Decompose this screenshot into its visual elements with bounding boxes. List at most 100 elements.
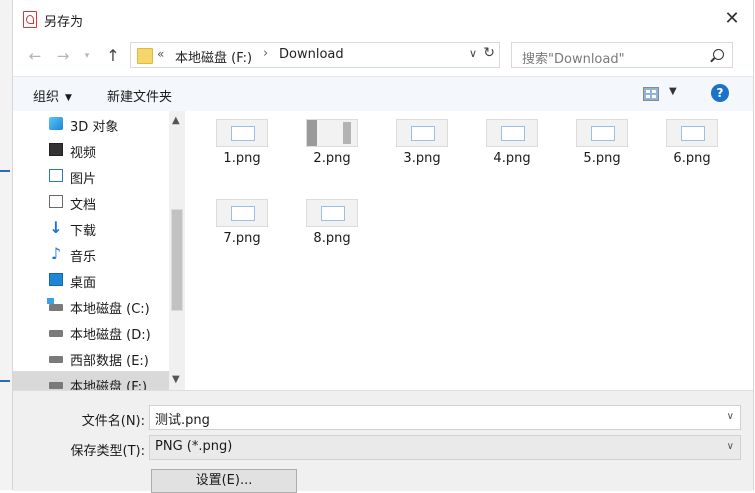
new-folder-button[interactable]: 新建文件夹 (107, 86, 172, 105)
organize-button[interactable]: 组织 ▼ (33, 86, 72, 105)
nav-item-downloads[interactable]: ↓ 下载 (13, 215, 169, 241)
address-bar[interactable]: « 本地磁盘 (F:) › Download ∨ ↻ (130, 42, 500, 68)
nav-item-label: 文档 (70, 198, 97, 213)
filename-field[interactable]: 测试.png ∨ (149, 405, 741, 430)
options-button[interactable]: 设置(E)... (151, 469, 297, 493)
scroll-down-icon[interactable]: ▼ (172, 374, 180, 385)
nav-item-desktop[interactable]: 桌面 (13, 267, 169, 293)
filename-value[interactable]: 测试.png (155, 409, 210, 428)
chevron-down-icon[interactable]: ∨ (469, 47, 477, 60)
file-name: 4.png (493, 151, 531, 166)
dialog-title: 另存为 (44, 15, 84, 30)
drive-icon (47, 298, 63, 311)
scrollbar-thumb[interactable] (171, 209, 183, 311)
chevron-down-icon[interactable]: ∨ (727, 411, 734, 422)
music-icon: ♪ (50, 244, 62, 263)
file-item[interactable]: 2.png (289, 111, 375, 185)
nav-item-label: 下载 (70, 224, 97, 239)
search-placeholder[interactable]: 搜索"Download" (522, 48, 625, 67)
image-thumbnail (216, 199, 268, 227)
file-item[interactable]: 6.png (649, 111, 735, 185)
close-button[interactable]: ✕ (717, 6, 747, 32)
save-form: 文件名(N): 测试.png ∨ 保存类型(T): PNG (*.png) ∨ … (13, 390, 753, 493)
nav-item-label: 音乐 (70, 250, 97, 265)
title-bar: 另存为 ✕ (13, 0, 753, 38)
chevron-right-icon[interactable]: › (263, 46, 268, 61)
forward-arrow-icon[interactable]: → (53, 46, 73, 66)
pictures-icon (49, 169, 63, 182)
breadcrumb-download[interactable]: Download (279, 47, 344, 62)
caret-down-icon: ▼ (65, 93, 72, 103)
folder-icon (137, 48, 153, 64)
search-box[interactable]: 搜索"Download" (511, 42, 733, 68)
image-thumbnail (306, 199, 358, 227)
nav-item-label: 图片 (70, 172, 97, 187)
video-icon (49, 143, 63, 156)
image-thumbnail (306, 119, 358, 147)
nav-item-drive-d[interactable]: 本地磁盘 (D:) (13, 319, 169, 345)
background-mark (0, 170, 10, 172)
file-name: 7.png (223, 231, 261, 246)
nav-item-drive-f[interactable]: 本地磁盘 (F:) (13, 371, 169, 390)
search-icon[interactable] (713, 49, 724, 60)
nav-item-3d-objects[interactable]: 3D 对象 (13, 111, 169, 137)
nav-item-label: 本地磁盘 (C:) (70, 302, 150, 317)
file-item[interactable]: 3.png (379, 111, 465, 185)
nav-item-label: 本地磁盘 (F:) (70, 380, 148, 390)
background-mark (0, 380, 10, 382)
drive-icon (49, 382, 63, 389)
nav-item-pictures[interactable]: 图片 (13, 163, 169, 189)
save-as-dialog: 另存为 ✕ ← → ▾ ↑ « 本地磁盘 (F:) › Download ∨ ↻… (12, 0, 754, 493)
image-thumbnail (576, 119, 628, 147)
view-dropdown-icon[interactable]: ▼ (669, 86, 677, 97)
chevron-down-icon[interactable]: ∨ (727, 441, 734, 452)
image-thumbnail (666, 119, 718, 147)
nav-item-videos[interactable]: 视频 (13, 137, 169, 163)
file-name: 1.png (223, 151, 261, 166)
3d-objects-icon (49, 117, 63, 130)
pdf-app-icon (23, 11, 37, 28)
nav-item-documents[interactable]: 文档 (13, 189, 169, 215)
nav-item-label: 西部数据 (E:) (70, 354, 149, 369)
file-list: 1.png 2.png 3.png 4.png 5.png 6.png 7.pn… (185, 111, 753, 390)
file-name: 5.png (583, 151, 621, 166)
file-item[interactable]: 5.png (559, 111, 645, 185)
view-options-icon[interactable] (643, 87, 659, 101)
image-thumbnail (396, 119, 448, 147)
nav-item-label: 3D 对象 (70, 120, 119, 135)
file-item[interactable]: 1.png (199, 111, 285, 185)
nav-item-music[interactable]: ♪ 音乐 (13, 241, 169, 267)
file-item[interactable]: 4.png (469, 111, 555, 185)
filename-label: 文件名(N): (81, 414, 145, 429)
up-arrow-icon[interactable]: ↑ (103, 46, 123, 66)
nav-scrollbar[interactable]: ▲ ▼ (169, 111, 185, 390)
download-icon: ↓ (49, 218, 63, 237)
file-name: 8.png (313, 231, 351, 246)
image-thumbnail (486, 119, 538, 147)
documents-icon (49, 195, 63, 208)
organize-label: 组织 (33, 90, 60, 105)
file-item[interactable]: 7.png (199, 191, 285, 265)
nav-item-label: 视频 (70, 146, 97, 161)
file-name: 3.png (403, 151, 441, 166)
file-item[interactable]: 8.png (289, 191, 375, 265)
back-arrow-icon[interactable]: ← (25, 46, 45, 66)
nav-item-label: 桌面 (70, 276, 97, 291)
recent-locations-chevron-icon[interactable]: ▾ (77, 46, 97, 66)
nav-item-drive-e[interactable]: 西部数据 (E:) (13, 345, 169, 371)
file-name: 2.png (313, 151, 351, 166)
nav-item-drive-c[interactable]: 本地磁盘 (C:) (13, 293, 169, 319)
refresh-icon[interactable]: ↻ (483, 45, 495, 61)
command-bar: 组织 ▼ 新建文件夹 ▼ ? (13, 76, 753, 112)
file-name: 6.png (673, 151, 711, 166)
file-type-select[interactable]: PNG (*.png) ∨ (149, 435, 741, 460)
breadcrumb-overflow[interactable]: « (157, 47, 164, 61)
file-type-label: 保存类型(T): (70, 444, 145, 459)
desktop-icon (49, 273, 63, 286)
navigation-pane: 3D 对象 视频 图片 文档 ↓ 下载 ♪ 音乐 桌面 本地磁盘 (C:) 本地… (13, 111, 185, 390)
help-icon[interactable]: ? (711, 84, 729, 102)
breadcrumb-drive-f[interactable]: 本地磁盘 (F:) (175, 47, 252, 66)
address-row: ← → ▾ ↑ « 本地磁盘 (F:) › Download ∨ ↻ 搜索"Do… (13, 40, 753, 72)
file-type-value[interactable]: PNG (*.png) (155, 439, 232, 454)
scroll-up-icon[interactable]: ▲ (172, 115, 180, 126)
